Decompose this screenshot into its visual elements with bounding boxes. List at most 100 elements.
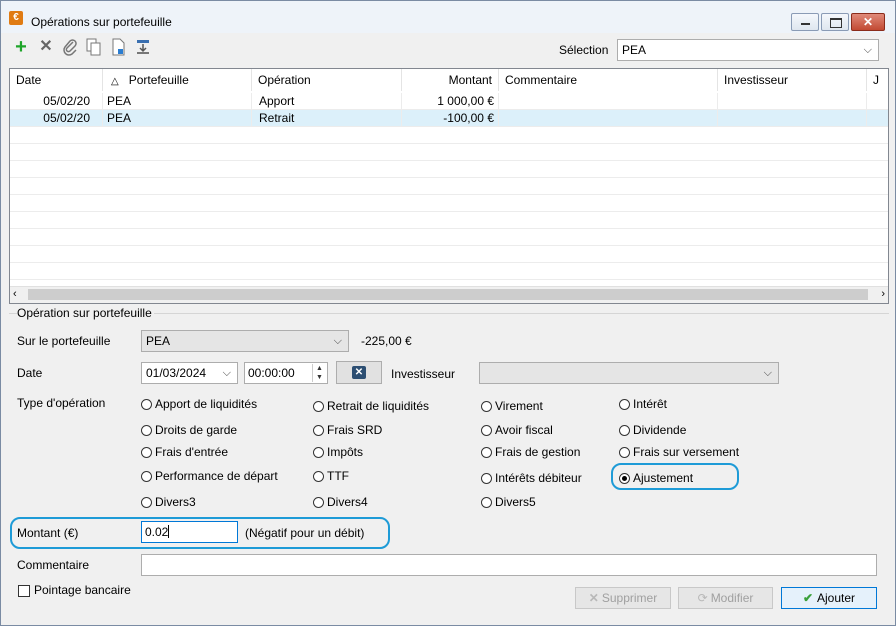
chevron-down-icon: ⌵ bbox=[222, 367, 231, 379]
pointage-label: Pointage bancaire bbox=[34, 583, 131, 597]
montant-value: 0.02 bbox=[145, 525, 169, 539]
operations-window: € Opérations sur portefeuille ✕ + ✕ Séle… bbox=[0, 0, 896, 626]
radio-interets-debiteur[interactable]: Intérêts débiteur bbox=[481, 470, 582, 486]
app-euro-icon: € bbox=[9, 11, 23, 25]
clear-icon: ✕ bbox=[352, 366, 366, 379]
chevron-down-icon: ⌵ bbox=[763, 367, 772, 379]
table-row-empty bbox=[10, 246, 888, 263]
cell-portefeuille: PEA bbox=[103, 93, 252, 110]
maximize-icon bbox=[830, 18, 842, 28]
minimize-icon bbox=[801, 23, 810, 25]
cell-investisseur bbox=[718, 110, 867, 127]
scroll-left-icon[interactable]: ‹ bbox=[13, 287, 17, 302]
refresh-icon: ⟳ bbox=[697, 591, 708, 605]
radio-frais-sur-versement[interactable]: Frais sur versement bbox=[619, 444, 739, 460]
column-header-date[interactable]: Date bbox=[10, 69, 103, 91]
column-header-j[interactable]: J bbox=[867, 69, 888, 91]
date-picker[interactable]: 01/03/2024 ⌵ bbox=[141, 362, 238, 384]
column-header-montant[interactable]: Montant bbox=[402, 69, 499, 91]
column-header-portefeuille[interactable]: △ Portefeuille bbox=[103, 69, 252, 91]
table-row-empty bbox=[10, 195, 888, 212]
cell-commentaire bbox=[499, 110, 718, 127]
sort-ascending-icon: △ bbox=[111, 76, 119, 87]
cell-montant: 1 000,00 € bbox=[402, 93, 499, 110]
cell-date: 05/02/20 bbox=[10, 93, 103, 110]
ajouter-button[interactable]: ✔ Ajouter bbox=[781, 587, 877, 609]
import-icon[interactable] bbox=[135, 38, 151, 56]
table-row[interactable]: 05/02/20 PEA Apport 1 000,00 € bbox=[10, 93, 888, 110]
radio-virement[interactable]: Virement bbox=[481, 398, 543, 414]
operations-table: Date △ Portefeuille Opération Montant Com… bbox=[9, 68, 889, 304]
commentaire-input[interactable] bbox=[141, 554, 877, 576]
scroll-right-icon[interactable]: › bbox=[881, 287, 885, 302]
chevron-down-icon: ⌵ bbox=[863, 44, 872, 56]
cell-commentaire bbox=[499, 93, 718, 110]
radio-droits-de-garde[interactable]: Droits de garde bbox=[141, 422, 237, 438]
date-value: 01/03/2024 bbox=[146, 366, 207, 380]
portefeuille-label: Sur le portefeuille bbox=[17, 334, 111, 348]
radio-retrait-de-liquidites[interactable]: Retrait de liquidités bbox=[313, 398, 429, 414]
minimize-button[interactable] bbox=[791, 13, 819, 31]
cell-operation: Apport bbox=[252, 93, 402, 110]
portefeuille-dropdown[interactable]: PEA ⌵ bbox=[141, 330, 349, 352]
delete-icon: ✕ bbox=[588, 591, 599, 605]
radio-performance-de-depart[interactable]: Performance de départ bbox=[141, 468, 278, 484]
modifier-button[interactable]: ⟳ Modifier bbox=[678, 587, 773, 609]
radio-impots[interactable]: Impôts bbox=[313, 444, 363, 460]
table-row-empty bbox=[10, 127, 888, 144]
cell-date: 05/02/20 bbox=[10, 110, 103, 127]
table-row[interactable]: 05/02/20 PEA Retrait -100,00 € bbox=[10, 110, 888, 127]
radio-divers3[interactable]: Divers3 bbox=[141, 494, 196, 510]
date-label: Date bbox=[17, 366, 43, 380]
investisseur-label: Investisseur bbox=[391, 367, 456, 381]
maximize-button[interactable] bbox=[821, 13, 849, 31]
cell-operation: Retrait bbox=[252, 110, 402, 127]
chevron-down-icon: ⌵ bbox=[333, 335, 342, 347]
close-icon: ✕ bbox=[862, 15, 874, 29]
montant-label: Montant (€) bbox=[17, 526, 79, 540]
radio-divers4[interactable]: Divers4 bbox=[313, 494, 368, 510]
radio-apport-de-liquidites[interactable]: Apport de liquidités bbox=[141, 396, 257, 412]
window-title: Opérations sur portefeuille bbox=[31, 15, 172, 29]
supprimer-button[interactable]: ✕ Supprimer bbox=[575, 587, 671, 609]
group-title: Opération sur portefeuille bbox=[17, 306, 154, 320]
close-button[interactable]: ✕ bbox=[851, 13, 885, 31]
column-header-commentaire[interactable]: Commentaire bbox=[499, 69, 718, 91]
highlight-ajustement bbox=[611, 463, 739, 490]
portefeuille-balance: -225,00 € bbox=[361, 334, 412, 348]
radio-divers5[interactable]: Divers5 bbox=[481, 494, 536, 510]
selection-dropdown[interactable]: PEA ⌵ bbox=[617, 39, 879, 61]
portefeuille-value: PEA bbox=[146, 334, 171, 348]
clear-date-button[interactable]: ✕ bbox=[336, 361, 382, 384]
pointage-checkbox[interactable] bbox=[18, 585, 30, 597]
time-value: 00:00:00 bbox=[248, 366, 295, 380]
delete-icon[interactable]: ✕ bbox=[38, 38, 54, 56]
radio-avoir-fiscal[interactable]: Avoir fiscal bbox=[481, 422, 553, 438]
cell-portefeuille: PEA bbox=[103, 110, 252, 127]
column-header-operation[interactable]: Opération bbox=[252, 69, 402, 91]
time-field[interactable]: 00:00:00 ▲ ▼ bbox=[244, 362, 328, 384]
radio-interet[interactable]: Intérêt bbox=[619, 396, 667, 412]
add-icon[interactable]: + bbox=[13, 37, 29, 57]
investisseur-dropdown[interactable]: ⌵ bbox=[479, 362, 779, 384]
table-row-empty bbox=[10, 212, 888, 229]
time-spinner-icon[interactable]: ▲ ▼ bbox=[312, 364, 326, 382]
scrollbar-thumb[interactable] bbox=[28, 289, 868, 300]
horizontal-scrollbar[interactable]: ‹ › bbox=[10, 286, 888, 303]
copy-icon[interactable] bbox=[86, 38, 102, 56]
radio-frais-srd[interactable]: Frais SRD bbox=[313, 422, 382, 438]
type-label: Type d'opération bbox=[17, 396, 106, 410]
attach-icon[interactable] bbox=[62, 38, 78, 56]
column-header-investisseur[interactable]: Investisseur bbox=[718, 69, 867, 91]
radio-frais-de-gestion[interactable]: Frais de gestion bbox=[481, 444, 580, 460]
table-row-empty bbox=[10, 229, 888, 246]
montant-input[interactable]: 0.02 bbox=[141, 521, 238, 543]
table-row-empty bbox=[10, 144, 888, 161]
radio-ttf[interactable]: TTF bbox=[313, 468, 349, 484]
radio-dividende[interactable]: Dividende bbox=[619, 422, 686, 438]
selection-value: PEA bbox=[622, 43, 647, 57]
new-document-icon[interactable] bbox=[111, 38, 127, 56]
montant-hint: (Négatif pour un débit) bbox=[245, 526, 365, 540]
radio-frais-d-entree[interactable]: Frais d'entrée bbox=[141, 444, 228, 460]
selection-label: Sélection bbox=[559, 43, 609, 57]
